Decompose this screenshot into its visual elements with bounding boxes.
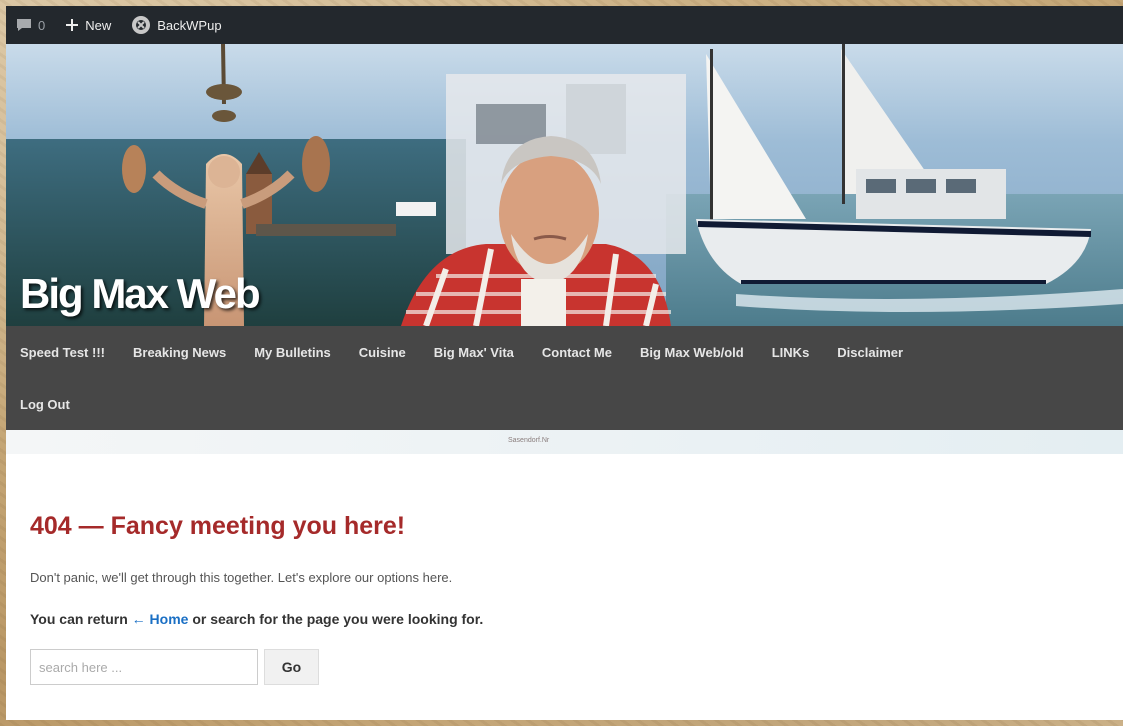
- error-title: 404 — Fancy meeting you here!: [30, 512, 406, 540]
- nav-row-1: Speed Test !!! Breaking News My Bulletins C…: [6, 326, 1123, 378]
- plus-icon: [65, 18, 79, 32]
- main-navigation: Speed Test !!! Breaking News My Bulletins C…: [6, 326, 1123, 430]
- new-label: New: [85, 17, 112, 33]
- nav-item-disclaimer[interactable]: Disclaimer: [823, 345, 917, 360]
- comments-count: 0: [38, 17, 46, 33]
- nav-item-links[interactable]: LINKs: [758, 345, 824, 360]
- chart-strip-label: Sasendorf.Nr: [508, 437, 550, 444]
- nav-item-contact-me[interactable]: Contact Me: [528, 345, 626, 360]
- nav-item-breaking-news[interactable]: Breaking News: [119, 345, 240, 360]
- return-prefix: You can return: [30, 611, 128, 627]
- site-header: Big Max Web: [6, 44, 1123, 326]
- new-content-button[interactable]: New: [55, 6, 121, 44]
- nav-item-speed-test[interactable]: Speed Test !!!: [6, 345, 119, 360]
- comments-link[interactable]: 0: [6, 6, 55, 44]
- nav-item-cuisine[interactable]: Cuisine: [345, 345, 420, 360]
- return-suffix: or search for the page you were looking …: [192, 611, 484, 627]
- backwpup-menu[interactable]: BackWPup: [121, 6, 231, 44]
- admin-bar: 0 New BackWPup: [6, 6, 1123, 44]
- site-title[interactable]: Big Max Web: [20, 270, 261, 318]
- comment-icon: [16, 18, 32, 32]
- backwpup-label: BackWPup: [157, 17, 222, 33]
- nav-item-my-bulletins[interactable]: My Bulletins: [240, 345, 345, 360]
- chart-strip: Sasendorf.Nr: [6, 430, 1123, 454]
- backwpup-icon: [131, 15, 151, 35]
- main-content: 404 — Fancy meeting you here! Don't pani…: [6, 454, 1123, 685]
- search-form: Go: [30, 649, 1123, 685]
- search-input[interactable]: [30, 649, 258, 685]
- browser-page: 0 New BackWPup Big Max Web Speed Test !!…: [6, 6, 1123, 720]
- go-button[interactable]: Go: [264, 649, 319, 685]
- nav-item-big-max-web-old[interactable]: Big Max Web/old: [626, 345, 758, 360]
- nav-item-big-max-vita[interactable]: Big Max' Vita: [420, 345, 528, 360]
- nav-row-2: Log Out: [6, 378, 1123, 430]
- home-link[interactable]: ← Home: [132, 611, 189, 627]
- nav-item-log-out[interactable]: Log Out: [6, 397, 84, 412]
- error-description: Don't panic, we'll get through this toge…: [30, 570, 453, 585]
- return-line: You can return ← Home or search for the …: [30, 611, 1123, 627]
